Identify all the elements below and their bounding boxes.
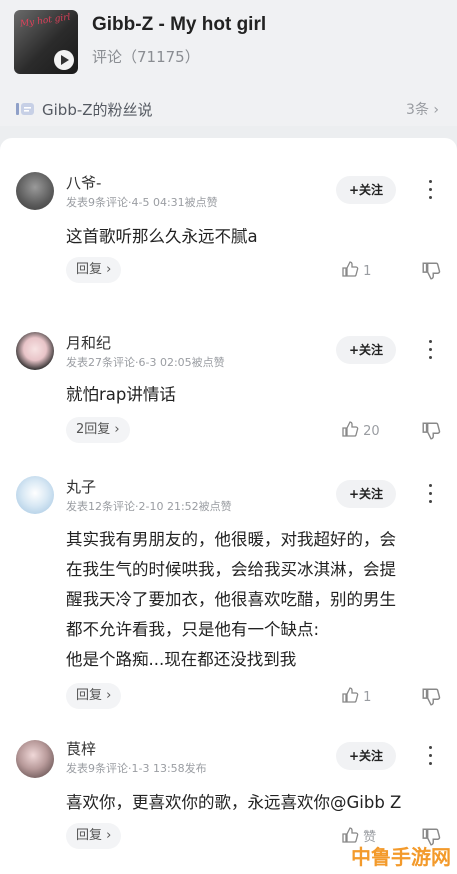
comment-nickname[interactable]: 茛梓 [66, 738, 96, 759]
comment-line: 就怕rap讲情话 [66, 385, 176, 404]
more-options-icon[interactable] [422, 744, 438, 768]
thumbs-up-icon [342, 421, 359, 437]
comment-meta: 发表12条评论·2-10 21:52被点赞 [66, 500, 232, 513]
follow-button[interactable]: +关注 [336, 336, 396, 364]
thumbs-down-icon[interactable] [421, 687, 441, 707]
follow-button[interactable]: +关注 [336, 742, 396, 770]
site-watermark: 中鲁手游网 [351, 845, 451, 869]
comment-meta: 发表9条评论·4-5 04:31被点赞 [66, 196, 218, 209]
reply-button[interactable]: 回复 › [66, 823, 122, 849]
more-options-icon[interactable] [422, 338, 438, 362]
comment-line: 其实我有男朋友的，他很暖，对我超好的，会 [66, 530, 396, 549]
comment-line: 这首歌听那么久永远不腻a [66, 227, 258, 246]
comment-line: 他是个路痴...现在都还没找到我 [66, 650, 297, 669]
like-button[interactable]: 20 [341, 420, 380, 440]
comment-meta: 发表9条评论·1-3 13:58发布 [66, 762, 207, 775]
follow-button[interactable]: +关注 [336, 480, 396, 508]
more-options-icon[interactable] [422, 178, 438, 202]
comment-nickname[interactable]: 八爷- [66, 172, 101, 193]
comment-line: 醒我天冷了要加衣，他很喜欢吃醋，别的男生 [66, 590, 396, 609]
thumbs-down-icon[interactable] [421, 421, 441, 441]
comment-text: 就怕rap讲情话 [66, 380, 446, 409]
comment-nickname[interactable]: 丸子 [66, 476, 96, 497]
avatar[interactable] [16, 332, 54, 370]
comment-line: 在我生气的时候哄我，会给我买冰淇淋，会提 [66, 560, 396, 579]
thumbs-up-icon [342, 261, 359, 277]
comment-text: 这首歌听那么久永远不腻a [66, 222, 446, 251]
song-header: My hot girl Gibb-Z - My hot girl 评论（7117… [0, 0, 457, 92]
comment-text: 喜欢你，更喜欢你的歌，永远喜欢你@Gibb Z [66, 788, 446, 817]
reply-button[interactable]: 2回复 › [66, 417, 130, 443]
fan-comment-icon [16, 103, 34, 115]
play-icon[interactable] [54, 50, 74, 70]
like-count: 20 [363, 424, 380, 439]
cover-title: My hot girl [19, 12, 72, 30]
fan-comments-count[interactable]: 3条 › [406, 99, 439, 119]
comment-list: 八爷- 发表9条评论·4-5 04:31被点赞 +关注 这首歌听那么久永远不腻a… [0, 138, 457, 874]
like-count: 1 [363, 690, 372, 705]
comment-text: 其实我有男朋友的，他很暖，对我超好的，会 在我生气的时候哄我，会给我买冰淇淋，会… [66, 525, 446, 675]
comment-line: 喜欢你，更喜欢你的歌，永远喜欢你@Gibb Z [66, 793, 402, 812]
comment-count: 评论（71175） [92, 48, 200, 66]
song-title: Gibb-Z - My hot girl [92, 14, 267, 35]
thumbs-down-icon[interactable] [421, 261, 441, 281]
reply-button[interactable]: 回复 › [66, 683, 122, 709]
comment-nickname[interactable]: 月和纪 [66, 332, 111, 353]
reply-button[interactable]: 回复 › [66, 257, 122, 283]
album-cover[interactable]: My hot girl [14, 10, 78, 74]
fan-comments-label: Gibb-Z的粉丝说 [42, 101, 153, 119]
comment-line: 都不允许看我，只是他有一个缺点: [66, 620, 320, 639]
like-count: 1 [363, 264, 372, 279]
comment-meta: 发表27条评论·6-3 02:05被点赞 [66, 356, 225, 369]
avatar[interactable] [16, 740, 54, 778]
avatar[interactable] [16, 172, 54, 210]
follow-button[interactable]: +关注 [336, 176, 396, 204]
like-button[interactable]: 1 [341, 260, 371, 280]
more-options-icon[interactable] [422, 482, 438, 506]
thumbs-up-icon [342, 687, 359, 703]
fan-comments-bar[interactable]: Gibb-Z的粉丝说 3条 › [0, 92, 457, 126]
avatar[interactable] [16, 476, 54, 514]
like-button[interactable]: 1 [341, 686, 371, 706]
